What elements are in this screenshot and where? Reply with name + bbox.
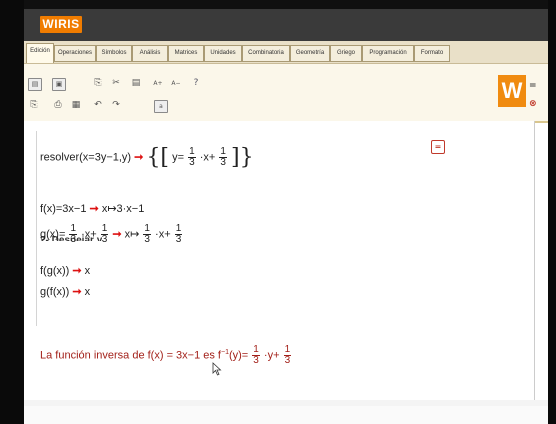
math-line-f-def[interactable]: f(x)=3x−1 ➞ x↦3·x−1	[40, 202, 144, 215]
title-bar: WIRIS	[24, 9, 548, 41]
tab-matrices[interactable]: Matrices	[168, 45, 204, 62]
wiris-logo: WIRIS	[40, 16, 82, 33]
tab-analisis[interactable]: Análisis	[132, 45, 168, 62]
inverse-function-conclusion[interactable]: La función inversa de f(x) = 3x−1 es f−1…	[40, 345, 292, 366]
command-text: resolver(x=3y−1,y)	[40, 151, 132, 164]
rhs: x	[84, 286, 91, 298]
fraction: 13	[219, 146, 227, 168]
print-icon[interactable]: ⎙	[52, 100, 64, 111]
lhs-mid: ·x+	[81, 228, 97, 241]
document-icon[interactable]: ⎘	[28, 100, 40, 111]
fraction: 13	[143, 223, 151, 245]
tab-combinatoria[interactable]: Combinatoria	[242, 45, 290, 62]
bracket-close: ]}	[231, 145, 254, 170]
tab-bar: Edición Operaciones Símbolos Análisis Ma…	[24, 41, 548, 64]
bracket-open: {[	[146, 145, 170, 170]
wiris-w-logo: W	[498, 75, 526, 107]
tab-formato[interactable]: Formato	[414, 45, 450, 62]
result-arrow: ➞	[72, 286, 82, 298]
math-line-resolver[interactable]: resolver(x=3y−1,y) ➞ {[ y= 13 ·x+ 13 ]}	[40, 145, 254, 170]
result-arrow: ➞	[89, 203, 99, 215]
calculate-button[interactable]: =	[431, 140, 445, 154]
paste-icon[interactable]: ▤	[130, 78, 142, 89]
fraction: 13	[188, 146, 196, 168]
rhs: x↦3·x−1	[101, 203, 145, 215]
screen-border-right	[548, 0, 556, 424]
screen-border-bottom	[24, 406, 548, 424]
result-prefix: y=	[172, 151, 185, 164]
rhs-mid: ·x+	[155, 228, 171, 241]
preview-icon[interactable]: ▦	[70, 100, 82, 111]
tab-geometria[interactable]: Geometría	[290, 45, 330, 62]
rhs: x	[84, 265, 91, 277]
conclusion-prefix: La función inversa de f(x) = 3x−1 es f	[40, 349, 221, 362]
result-arrow: ➞	[72, 265, 82, 277]
insert-block-icon[interactable]: a	[154, 100, 168, 113]
new-icon[interactable]: ▤	[28, 78, 42, 91]
tab-griego[interactable]: Griego	[330, 45, 362, 62]
tab-simbolos[interactable]: Símbolos	[96, 45, 132, 62]
side-icons: = ⊗	[529, 81, 537, 109]
close-icon[interactable]: ⊗	[529, 99, 537, 109]
math-line-g-def[interactable]: g(x)= 13 ·x+ 13 ➞ x↦ 13 ·x+ 13	[40, 224, 183, 245]
fraction: 13	[69, 223, 77, 245]
screen-border-left	[0, 0, 24, 424]
fraction: 13	[100, 223, 109, 245]
inverse-exponent: −1	[221, 348, 229, 356]
lhs: g(f(x))	[40, 286, 70, 298]
math-line-gof[interactable]: g(f(x)) ➞ x	[40, 285, 90, 298]
screen-border-top	[24, 0, 548, 9]
block-guide-line	[36, 131, 37, 326]
save-icon[interactable]: ▣	[52, 78, 66, 91]
conclusion-suffix: (y)=	[228, 349, 249, 362]
conclusion-mid: ·y+	[263, 349, 280, 362]
fraction: 13	[174, 223, 183, 245]
fraction: 13	[252, 344, 260, 366]
tab-operaciones[interactable]: Operaciones	[54, 45, 96, 62]
tab-edicion[interactable]: Edición	[26, 43, 54, 63]
result-arrow: ➞	[134, 151, 144, 164]
result-arrow: ➞	[112, 228, 122, 241]
fraction: 13	[283, 344, 292, 366]
equals-icon[interactable]: =	[529, 81, 537, 91]
lhs-prefix: g(x)=	[40, 228, 66, 241]
undo-icon[interactable]: ↶	[92, 100, 104, 111]
tab-unidades[interactable]: Unidades	[204, 45, 242, 62]
font-size-increase-icon[interactable]: A+	[152, 78, 164, 89]
redo-icon[interactable]: ↷	[110, 100, 122, 111]
toolbar: ▤ ▣ ⎘ ⎙ ▦ ⎘ ✂ ▤ ↶ ↷ A+ A− a ?	[24, 64, 548, 123]
math-line-fog[interactable]: f(g(x)) ➞ x	[40, 264, 90, 277]
lhs: f(x)=3x−1	[40, 203, 87, 215]
copy-icon[interactable]: ⎘	[92, 78, 104, 89]
mouse-cursor-icon	[212, 362, 222, 376]
cut-icon[interactable]: ✂	[110, 78, 122, 89]
help-icon[interactable]: ?	[190, 78, 202, 89]
result-mid: ·x+	[199, 151, 216, 164]
wiris-window: WIRIS Edición Operaciones Símbolos Análi…	[24, 9, 548, 415]
tab-programacion[interactable]: Programación	[362, 45, 414, 62]
rhs-prefix: x↦	[124, 228, 140, 241]
font-size-decrease-icon[interactable]: A−	[170, 78, 182, 89]
lhs: f(g(x))	[40, 265, 70, 277]
